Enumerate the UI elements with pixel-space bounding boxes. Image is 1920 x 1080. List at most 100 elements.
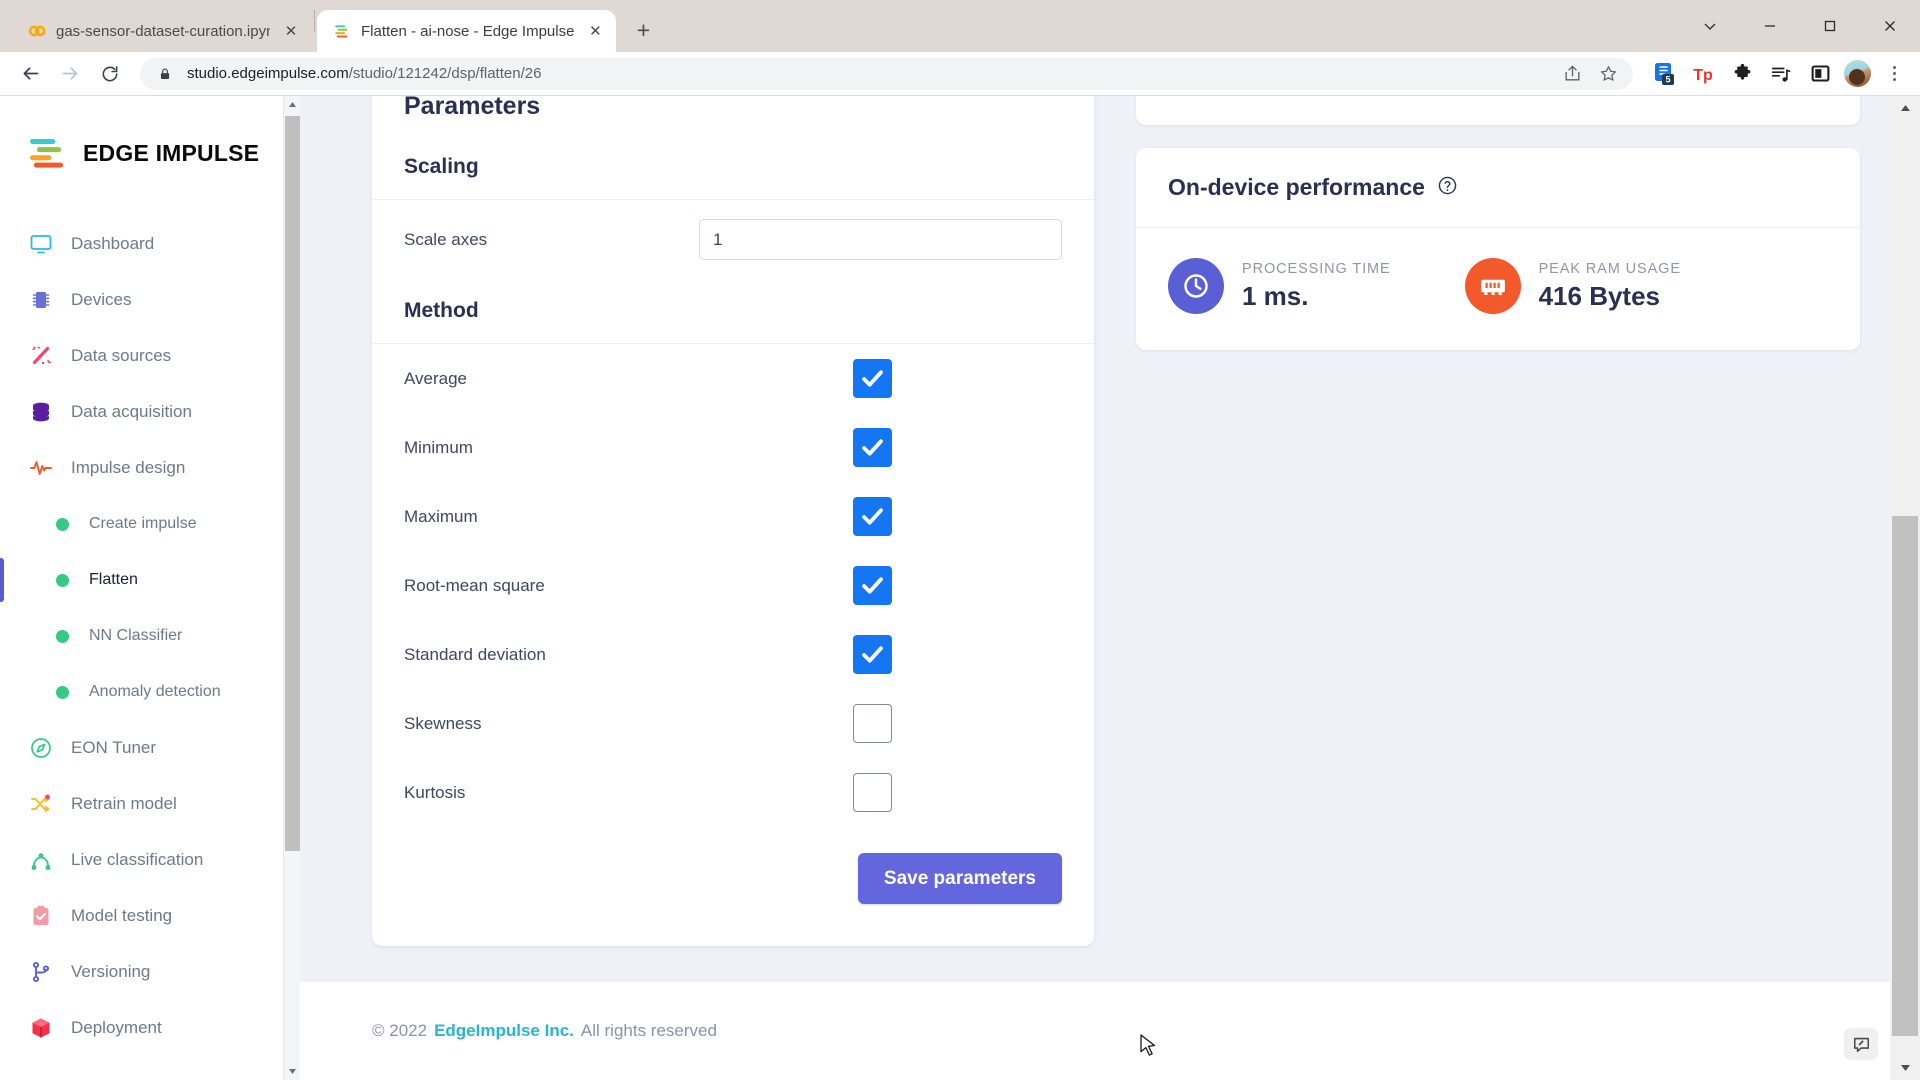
method-row-average: Average bbox=[372, 344, 1094, 413]
chevron-down-icon[interactable] bbox=[1680, 0, 1740, 52]
sidebar-item-label: Versioning bbox=[71, 962, 151, 981]
feedback-bubble-icon[interactable] bbox=[1844, 1028, 1878, 1060]
save-button-row: Save parameters bbox=[372, 827, 1094, 946]
page-scrollbar[interactable] bbox=[1890, 96, 1920, 1080]
scale-axes-input[interactable]: 1 bbox=[699, 219, 1062, 260]
save-parameters-button[interactable]: Save parameters bbox=[857, 853, 1062, 904]
method-label: Average bbox=[404, 368, 468, 388]
browser-window: gas-sensor-dataset-curation.ipyn ✕ Flatt… bbox=[0, 0, 1920, 1080]
sidebar-item-create-impulse[interactable]: Create impulse bbox=[0, 496, 300, 552]
colab-icon bbox=[28, 25, 46, 37]
sidebar-item-label: Retrain model bbox=[71, 794, 177, 813]
sidebar: EDGE IMPULSE Dashboard Devices Data sour… bbox=[0, 96, 300, 1080]
sidebar-item-live-classification[interactable]: Live classification bbox=[0, 832, 300, 888]
sidebar-item-deployment[interactable]: Deployment bbox=[0, 1000, 300, 1056]
scale-axes-label: Scale axes bbox=[404, 229, 488, 249]
notes-extension-icon[interactable]: 5 bbox=[1649, 59, 1679, 89]
on-device-performance-card: On-device performance PROCESSING TIME 1 … bbox=[1136, 148, 1860, 350]
avatar[interactable] bbox=[1844, 60, 1871, 87]
box-icon bbox=[28, 1016, 53, 1041]
sidebar-item-eon-tuner[interactable]: EON Tuner bbox=[0, 720, 300, 776]
edge-impulse-logo[interactable]: EDGE IMPULSE bbox=[0, 118, 300, 178]
sidebar-item-data-acquisition[interactable]: Data acquisition bbox=[0, 384, 300, 440]
tab-divider bbox=[314, 10, 315, 32]
sidebar-item-data-sources[interactable]: Data sources bbox=[0, 328, 300, 384]
green-dot-icon bbox=[56, 517, 69, 531]
scroll-down-arrow-icon[interactable] bbox=[284, 1063, 300, 1080]
page-scroll-up-arrow-icon[interactable] bbox=[1890, 96, 1920, 120]
sidebar-item-label: Impulse design bbox=[71, 458, 186, 477]
sidebar-item-devices[interactable]: Devices bbox=[0, 272, 300, 328]
svg-text:Tp: Tp bbox=[1693, 67, 1713, 84]
metric-value: 416 Bytes bbox=[1538, 280, 1661, 311]
page-scroll-down-arrow-icon[interactable] bbox=[1890, 1056, 1920, 1080]
performance-header: On-device performance bbox=[1136, 148, 1860, 228]
sidebar-item-label: Devices bbox=[71, 290, 132, 309]
new-tab-button[interactable]: + bbox=[626, 13, 660, 47]
question-circle-icon[interactable] bbox=[1437, 175, 1458, 201]
method-row-skewness: Skewness bbox=[372, 689, 1094, 758]
scaling-heading: Scaling bbox=[372, 135, 1094, 200]
close-icon[interactable] bbox=[1860, 0, 1920, 52]
sidebar-item-label: EON Tuner bbox=[71, 738, 157, 757]
checkbox-minimum[interactable] bbox=[853, 428, 892, 467]
footer-brand[interactable]: EdgeImpulse Inc. bbox=[434, 1021, 574, 1041]
star-icon[interactable] bbox=[1597, 63, 1619, 85]
sidebar-scrollbar[interactable] bbox=[283, 96, 300, 1080]
browser-tab-inactive[interactable]: gas-sensor-dataset-curation.ipyn ✕ bbox=[12, 10, 312, 52]
page-scrollbar-thumb[interactable] bbox=[1892, 516, 1918, 1036]
minimize-icon[interactable] bbox=[1740, 0, 1800, 52]
checkbox-root-mean-square[interactable] bbox=[853, 566, 892, 605]
performance-metrics: PROCESSING TIME 1 ms. PEAK RAM USAGE 416… bbox=[1136, 228, 1860, 350]
method-row-maximum: Maximum bbox=[372, 482, 1094, 551]
sidebar-item-model-testing[interactable]: Model testing bbox=[0, 888, 300, 944]
extension-toolbar: 5 Tp bbox=[1645, 59, 1908, 89]
reading-list-icon[interactable] bbox=[1766, 59, 1796, 89]
tp-extension-icon[interactable]: Tp bbox=[1688, 59, 1718, 89]
sidebar-item-label: Create impulse bbox=[89, 515, 197, 532]
green-dot-icon bbox=[56, 629, 69, 643]
sidebar-scrollbar-thumb[interactable] bbox=[285, 116, 300, 851]
sidebar-item-label: Dashboard bbox=[71, 234, 155, 253]
tab-close-button[interactable]: ✕ bbox=[584, 20, 606, 42]
metric-label: PEAK RAM USAGE bbox=[1538, 260, 1681, 277]
forward-arrow-icon[interactable] bbox=[52, 56, 88, 92]
address-bar[interactable]: studio.edgeimpulse.com/studio/121242/dsp… bbox=[140, 57, 1633, 90]
monitor-icon bbox=[28, 232, 53, 257]
sidebar-item-label: Model testing bbox=[71, 906, 173, 925]
maximize-icon[interactable] bbox=[1800, 0, 1860, 52]
sidebar-item-nn-classifier[interactable]: NN Classifier bbox=[0, 608, 300, 664]
reload-icon[interactable] bbox=[92, 56, 128, 92]
side-panel-icon[interactable] bbox=[1805, 59, 1835, 89]
browser-toolbar: studio.edgeimpulse.com/studio/121242/dsp… bbox=[0, 52, 1920, 96]
sidebar-item-retrain-model[interactable]: Retrain model bbox=[0, 776, 300, 832]
checkbox-kurtosis[interactable] bbox=[853, 773, 892, 812]
scroll-up-arrow-icon[interactable] bbox=[284, 96, 300, 113]
method-row-root-mean-square: Root-mean square bbox=[372, 551, 1094, 620]
compass-icon bbox=[28, 736, 53, 761]
method-label: Skewness bbox=[404, 713, 482, 733]
sidebar-item-anomaly-detection[interactable]: Anomaly detection bbox=[0, 664, 300, 720]
puzzle-extensions-icon[interactable] bbox=[1727, 59, 1757, 89]
browser-tab-active[interactable]: Flatten - ai-nose - Edge Impulse ✕ bbox=[317, 10, 617, 52]
sidebar-item-versioning[interactable]: Versioning bbox=[0, 944, 300, 1000]
back-arrow-icon[interactable] bbox=[12, 56, 48, 92]
clock-icon bbox=[1168, 258, 1224, 314]
tab-close-button[interactable]: ✕ bbox=[280, 20, 302, 42]
tab-title: Flatten - ai-nose - Edge Impulse bbox=[361, 22, 575, 40]
checkbox-standard-deviation[interactable] bbox=[853, 635, 892, 674]
checkbox-maximum[interactable] bbox=[853, 497, 892, 536]
sidebar-item-flatten[interactable]: Flatten bbox=[0, 552, 300, 608]
checkbox-skewness[interactable] bbox=[853, 704, 892, 743]
metric-value: 1 ms. bbox=[1242, 280, 1309, 311]
window-controls bbox=[1680, 0, 1920, 52]
method-label: Kurtosis bbox=[404, 782, 466, 802]
tab-title: gas-sensor-dataset-curation.ipyn bbox=[56, 22, 270, 40]
sidebar-item-impulse-design[interactable]: Impulse design bbox=[0, 440, 300, 496]
sidebar-item-dashboard[interactable]: Dashboard bbox=[0, 216, 300, 272]
metric-peak-ram-usage: PEAK RAM USAGE 416 Bytes bbox=[1464, 258, 1681, 314]
checkbox-average[interactable] bbox=[853, 359, 892, 398]
sidebar-item-label: Deployment bbox=[71, 1018, 162, 1037]
kebab-menu-icon[interactable] bbox=[1880, 66, 1908, 81]
share-icon[interactable] bbox=[1561, 63, 1583, 85]
